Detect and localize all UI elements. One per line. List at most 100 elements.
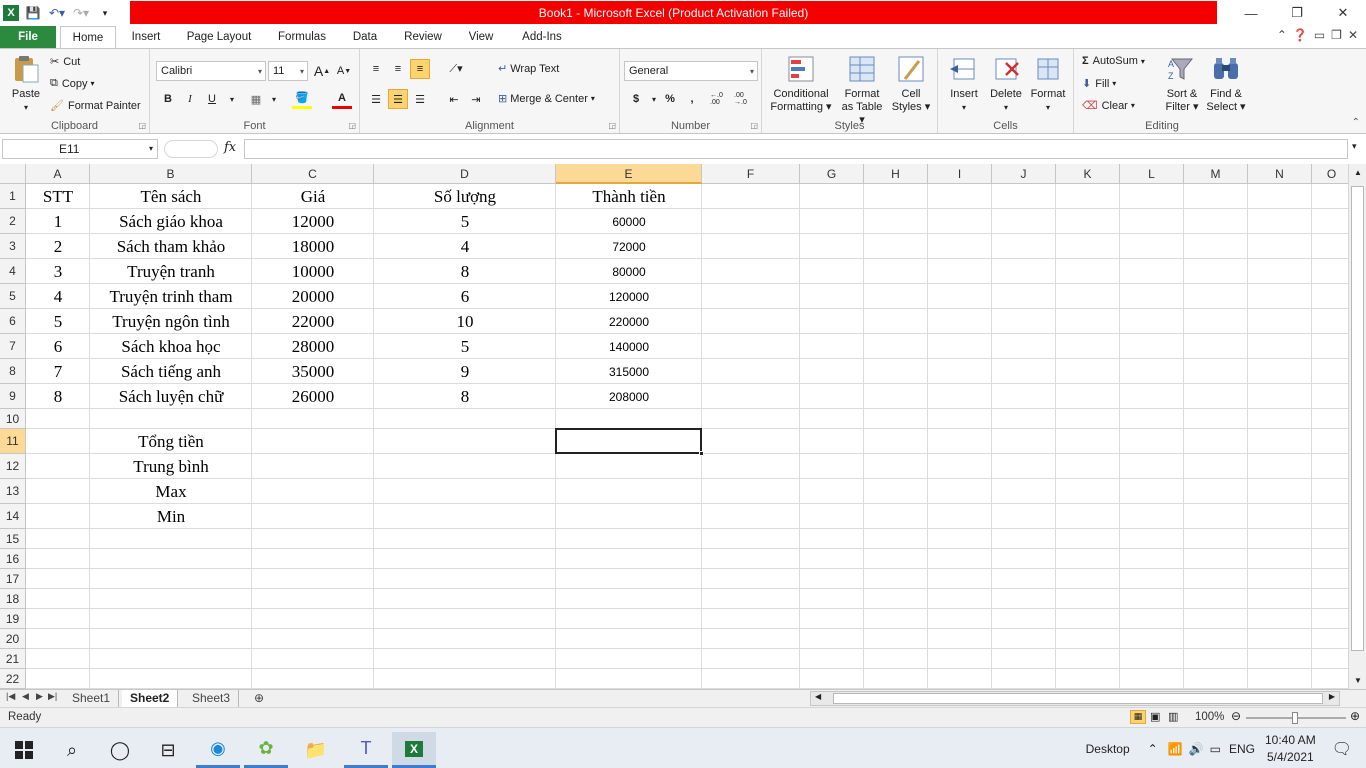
merge-center-button[interactable]: ⊞ Merge & Center ▾ <box>498 92 595 106</box>
copy-button[interactable]: ⧉ Copy ▾ <box>50 77 95 90</box>
workbook-minimize-icon[interactable]: ▭ <box>1314 28 1325 42</box>
sheet-tab-sheet3[interactable]: Sheet3 <box>184 690 240 707</box>
data-cell[interactable]: 28000 <box>252 334 374 359</box>
minimize-ribbon-icon[interactable]: ⌃ <box>1277 28 1287 42</box>
next-sheet-icon[interactable]: ▶ <box>36 691 43 702</box>
column-header-m[interactable]: M <box>1184 164 1248 184</box>
notification-icon[interactable]: 🗨 <box>1332 739 1352 759</box>
desktop-toolbar[interactable]: Desktop <box>1086 742 1130 756</box>
prev-sheet-icon[interactable]: ◀ <box>22 691 29 702</box>
wrap-text-button[interactable]: ↵ Wrap Text <box>498 62 559 76</box>
data-cell[interactable]: 20000 <box>252 284 374 309</box>
edge-browser-icon[interactable]: ◉ <box>196 732 240 768</box>
horizontal-scroll-thumb[interactable] <box>833 693 1323 704</box>
number-format-select[interactable]: General ▾ <box>624 61 758 81</box>
data-cell[interactable]: 208000 <box>556 384 702 409</box>
bold-button[interactable]: B <box>158 89 178 109</box>
start-icon[interactable] <box>2 732 46 768</box>
formula-input[interactable] <box>244 139 1348 159</box>
battery-icon[interactable]: ▭ <box>1210 742 1221 756</box>
spreadsheet-grid[interactable]: ABCDEFGHIJKLMNO 1 2 3 4 5 6 7 8 9 10 11 12 13 14 15 16 1… <box>0 164 1348 689</box>
row-header-7[interactable]: 7 <box>0 334 26 359</box>
save-icon[interactable]: 💾 <box>23 3 43 23</box>
data-cell[interactable]: 4 <box>26 284 90 309</box>
data-cell[interactable]: 35000 <box>252 359 374 384</box>
header-cell[interactable]: Thành tiền <box>556 184 702 209</box>
data-cell[interactable]: 3 <box>26 259 90 284</box>
align-left-icon[interactable]: ☰ <box>366 89 386 109</box>
vertical-scroll-thumb[interactable] <box>1351 186 1364 651</box>
data-cell[interactable]: 8 <box>374 259 556 284</box>
data-cell[interactable]: Sách luyện chữ <box>90 384 252 409</box>
align-right-icon[interactable]: ☰ <box>410 89 430 109</box>
header-cell[interactable]: STT <box>26 184 90 209</box>
zoom-in-icon[interactable]: ⊕ <box>1350 709 1360 723</box>
file-explorer-icon[interactable]: 📁 <box>294 732 338 768</box>
data-cell[interactable]: 72000 <box>556 234 702 259</box>
row-header-10[interactable]: 10 <box>0 409 26 429</box>
first-sheet-icon[interactable]: |◀ <box>6 691 15 702</box>
column-header-e[interactable]: E <box>556 164 702 184</box>
app-icon-green[interactable]: ✿ <box>244 732 288 768</box>
customize-qat-icon[interactable]: ▾ <box>95 3 115 23</box>
data-cell[interactable]: 7 <box>26 359 90 384</box>
row-header-6[interactable]: 6 <box>0 309 26 334</box>
data-cell[interactable]: 6 <box>374 284 556 309</box>
horizontal-scrollbar[interactable]: ◀ ▶ <box>810 691 1340 706</box>
expand-formula-bar-icon[interactable]: ▾ <box>1352 141 1357 152</box>
name-box[interactable]: E11 ▾ <box>2 139 158 159</box>
column-header-l[interactable]: L <box>1120 164 1184 184</box>
select-all-corner[interactable] <box>0 164 26 184</box>
fill-color-icon[interactable]: 🪣 <box>292 89 312 109</box>
scroll-left-icon[interactable]: ◀ <box>815 692 821 701</box>
row-header-20[interactable]: 20 <box>0 629 26 649</box>
increase-decimal-button[interactable]: ←.0 .00 <box>710 89 734 109</box>
italic-button[interactable]: I <box>180 89 200 109</box>
tab-home[interactable]: Home <box>60 26 116 49</box>
header-cell[interactable]: Tên sách <box>90 184 252 209</box>
tab-view[interactable]: View <box>464 26 498 48</box>
row-header-21[interactable]: 21 <box>0 649 26 669</box>
insert-cells-button[interactable]: Insert ▾ <box>944 53 984 114</box>
network-icon[interactable]: 📶 <box>1168 742 1183 756</box>
data-cell[interactable]: 1 <box>26 209 90 234</box>
new-sheet-icon[interactable]: ⊕ <box>246 690 272 707</box>
percent-button[interactable]: % <box>660 89 680 109</box>
header-cell[interactable]: Giá <box>252 184 374 209</box>
column-header-a[interactable]: A <box>26 164 90 184</box>
scroll-down-icon[interactable]: ▼ <box>1354 676 1362 685</box>
column-header-h[interactable]: H <box>864 164 928 184</box>
insert-function-button[interactable]: fx <box>224 140 236 155</box>
cut-button[interactable]: ✂ Cut <box>50 55 80 69</box>
clipboard-launcher-icon[interactable]: ◲ <box>138 121 146 130</box>
find-select-button[interactable]: Find & Select ▾ <box>1204 53 1248 114</box>
row-header-13[interactable]: 13 <box>0 479 26 504</box>
row-header-4[interactable]: 4 <box>0 259 26 284</box>
data-cell[interactable]: 8 <box>374 384 556 409</box>
row-header-16[interactable]: 16 <box>0 549 26 569</box>
data-cell[interactable]: 8 <box>26 384 90 409</box>
summary-label-cell[interactable]: Min <box>90 504 252 529</box>
alignment-launcher-icon[interactable]: ◲ <box>608 121 616 130</box>
tab-page-layout[interactable]: Page Layout <box>182 26 256 48</box>
currency-button[interactable]: $ <box>626 89 646 109</box>
header-cell[interactable]: Số lượng <box>374 184 556 209</box>
data-cell[interactable]: 80000 <box>556 259 702 284</box>
data-cell[interactable]: 10 <box>374 309 556 334</box>
column-header-d[interactable]: D <box>374 164 556 184</box>
row-header-9[interactable]: 9 <box>0 384 26 409</box>
row-header-2[interactable]: 2 <box>0 209 26 234</box>
data-cell[interactable]: Sách tham khảo <box>90 234 252 259</box>
name-box-dropdown-icon[interactable]: ▾ <box>149 140 153 158</box>
paste-button[interactable]: Paste ▾ <box>6 53 46 114</box>
orientation-icon[interactable]: ⟋▾ <box>446 59 466 79</box>
data-cell[interactable]: 6 <box>26 334 90 359</box>
task-view-icon[interactable]: ⊟ <box>146 732 190 768</box>
number-launcher-icon[interactable]: ◲ <box>750 121 758 130</box>
page-layout-view-icon[interactable]: ▣ <box>1150 710 1160 723</box>
conditional-formatting-button[interactable]: Conditional Formatting ▾ <box>768 53 834 114</box>
comma-button[interactable]: , <box>682 89 702 109</box>
decrease-indent-icon[interactable]: ⇤ <box>444 89 464 109</box>
redo-icon[interactable]: ↷▾ <box>71 3 91 23</box>
borders-icon[interactable]: ▦ <box>246 89 266 109</box>
